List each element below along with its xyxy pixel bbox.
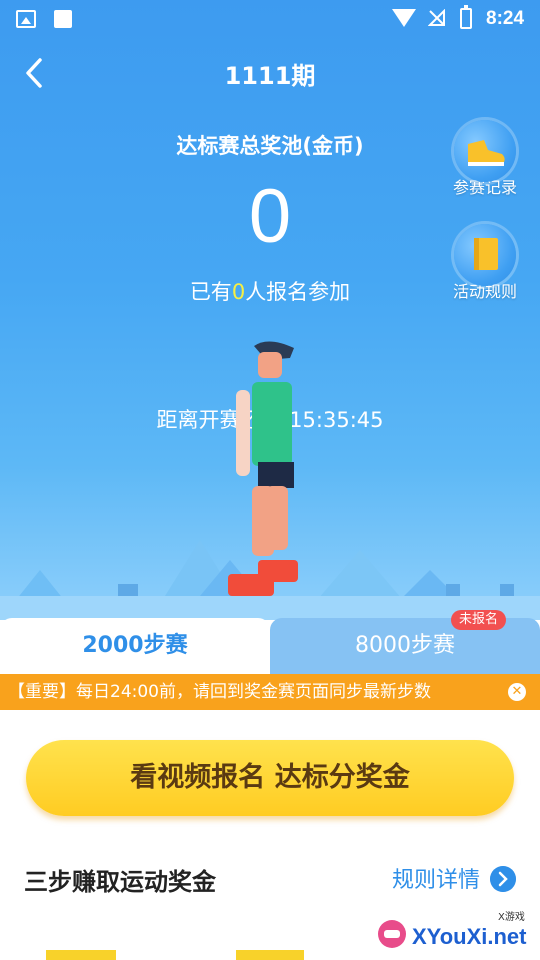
- watermark-text: XYouXi.net: [412, 924, 527, 949]
- battery-icon: [460, 5, 472, 29]
- status-time: 8:24: [486, 8, 525, 29]
- notice-text: 【重要】每日24:00前，请回到奖金赛页面同步最新步数: [8, 682, 431, 702]
- notice-bar: 【重要】每日24:00前，请回到奖金赛页面同步最新步数 ✕: [0, 674, 540, 710]
- watermark-logo: XYouXi.net X游戏: [370, 910, 540, 960]
- sneaker-icon: [454, 120, 516, 182]
- watch-video-signup-button[interactable]: 看视频报名 达标分奖金: [26, 740, 514, 816]
- not-registered-badge: 未报名: [450, 610, 506, 630]
- participants-prefix: 已有: [189, 280, 232, 304]
- tab-8000-steps-label: 8000步赛: [355, 633, 455, 658]
- app-notification-icon: [54, 10, 72, 28]
- status-bar: 8:24: [0, 0, 540, 38]
- runner-illustration: [228, 341, 298, 596]
- activity-rules-button[interactable]: 活动规则: [450, 224, 520, 302]
- wifi-icon: [392, 9, 416, 27]
- step-card-tag: [46, 950, 116, 960]
- participants-suffix: 人报名参加: [245, 280, 351, 304]
- race-tabs: 2000步赛 8000步赛 未报名: [0, 610, 540, 674]
- tab-8000-steps[interactable]: 8000步赛 未报名: [270, 610, 540, 674]
- image-notification-icon: [16, 10, 36, 28]
- no-sim-icon: [428, 9, 445, 26]
- watermark-sub: X游戏: [498, 910, 525, 923]
- section-title: 三步赚取运动奖金: [24, 868, 216, 896]
- participants-count: 0: [231, 280, 246, 304]
- page-title: 1111期: [224, 62, 316, 90]
- rulebook-icon: [454, 224, 516, 286]
- chevron-right-icon[interactable]: [490, 866, 516, 892]
- entry-records-button[interactable]: 参赛记录: [450, 120, 520, 198]
- close-notice-icon[interactable]: ✕: [508, 683, 526, 701]
- step-card-tag: [236, 950, 304, 960]
- rules-detail-link[interactable]: 规则详情: [392, 862, 480, 894]
- tab-2000-steps[interactable]: 2000步赛: [0, 618, 270, 674]
- hero-banner: 8:24 1111期 达标赛总奖池(金币) 0 已有0人报名参加 参赛记录 活动…: [0, 0, 540, 620]
